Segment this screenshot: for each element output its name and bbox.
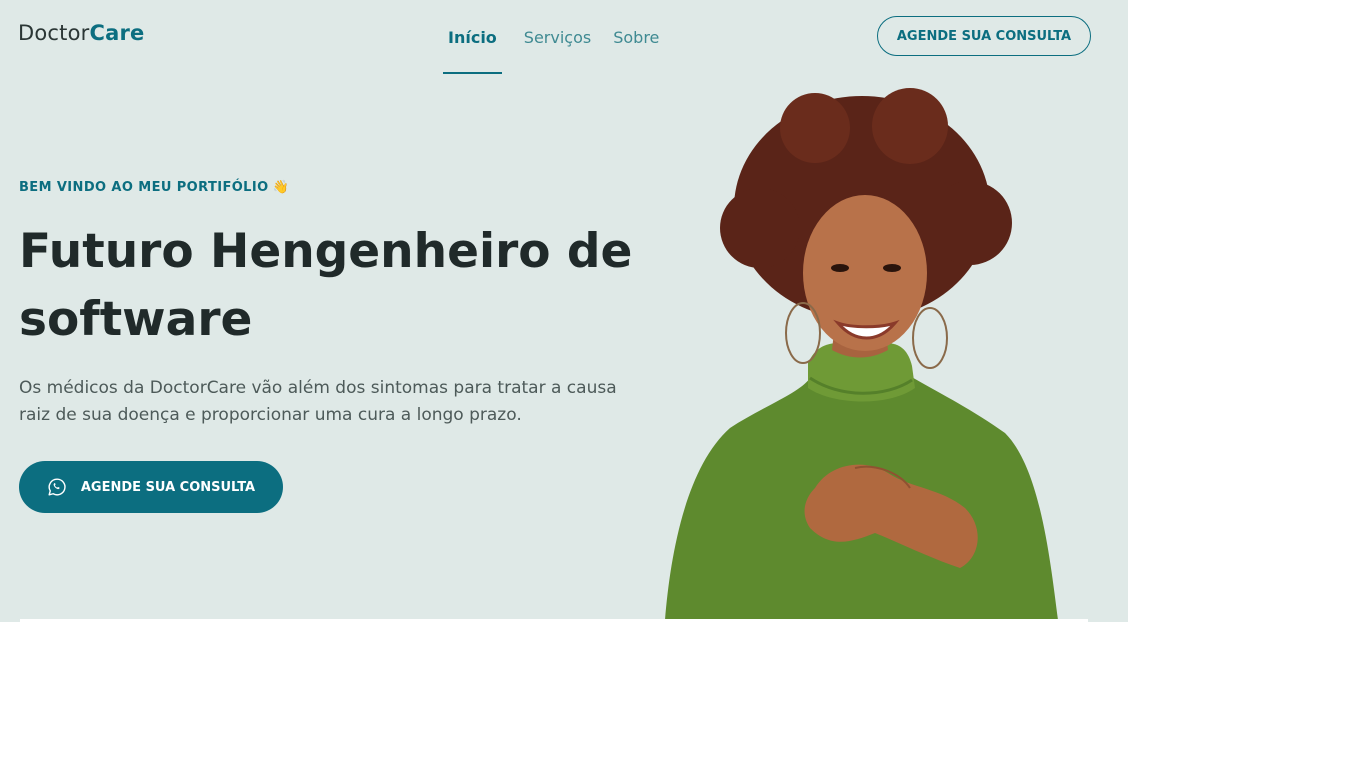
main-nav: Início Serviços Sobre — [443, 0, 659, 74]
section-divider — [20, 619, 1088, 622]
eyebrow-text: BEM VINDO AO MEU PORTIFÓLIO — [19, 180, 269, 195]
logo-text-care: Care — [89, 21, 145, 45]
hero-schedule-label: AGENDE SUA CONSULTA — [80, 479, 256, 495]
hero-section: DoctorCare Início Serviços Sobre AGENDE … — [0, 0, 1128, 622]
welcome-eyebrow: BEM VINDO AO MEU PORTIFÓLIO 👋 — [19, 180, 289, 195]
header-schedule-button[interactable]: AGENDE SUA CONSULTA — [877, 16, 1091, 56]
logo-text-doctor: Doctor — [18, 21, 90, 45]
logo[interactable]: DoctorCare — [18, 21, 144, 45]
waving-hand-icon: 👋 — [272, 180, 290, 195]
nav-item-sobre[interactable]: Sobre — [613, 0, 659, 74]
nav-item-servicos[interactable]: Serviços — [524, 0, 591, 74]
woman-portrait-image — [665, 88, 1058, 620]
nav-item-inicio[interactable]: Início — [443, 0, 502, 74]
whatsapp-icon — [48, 478, 66, 496]
hero-title: Futuro Hengenheiro de software — [19, 224, 633, 347]
hero-schedule-button[interactable]: AGENDE SUA CONSULTA — [19, 461, 283, 513]
hero-description: Os médicos da DoctorCare vão além dos si… — [19, 378, 617, 425]
